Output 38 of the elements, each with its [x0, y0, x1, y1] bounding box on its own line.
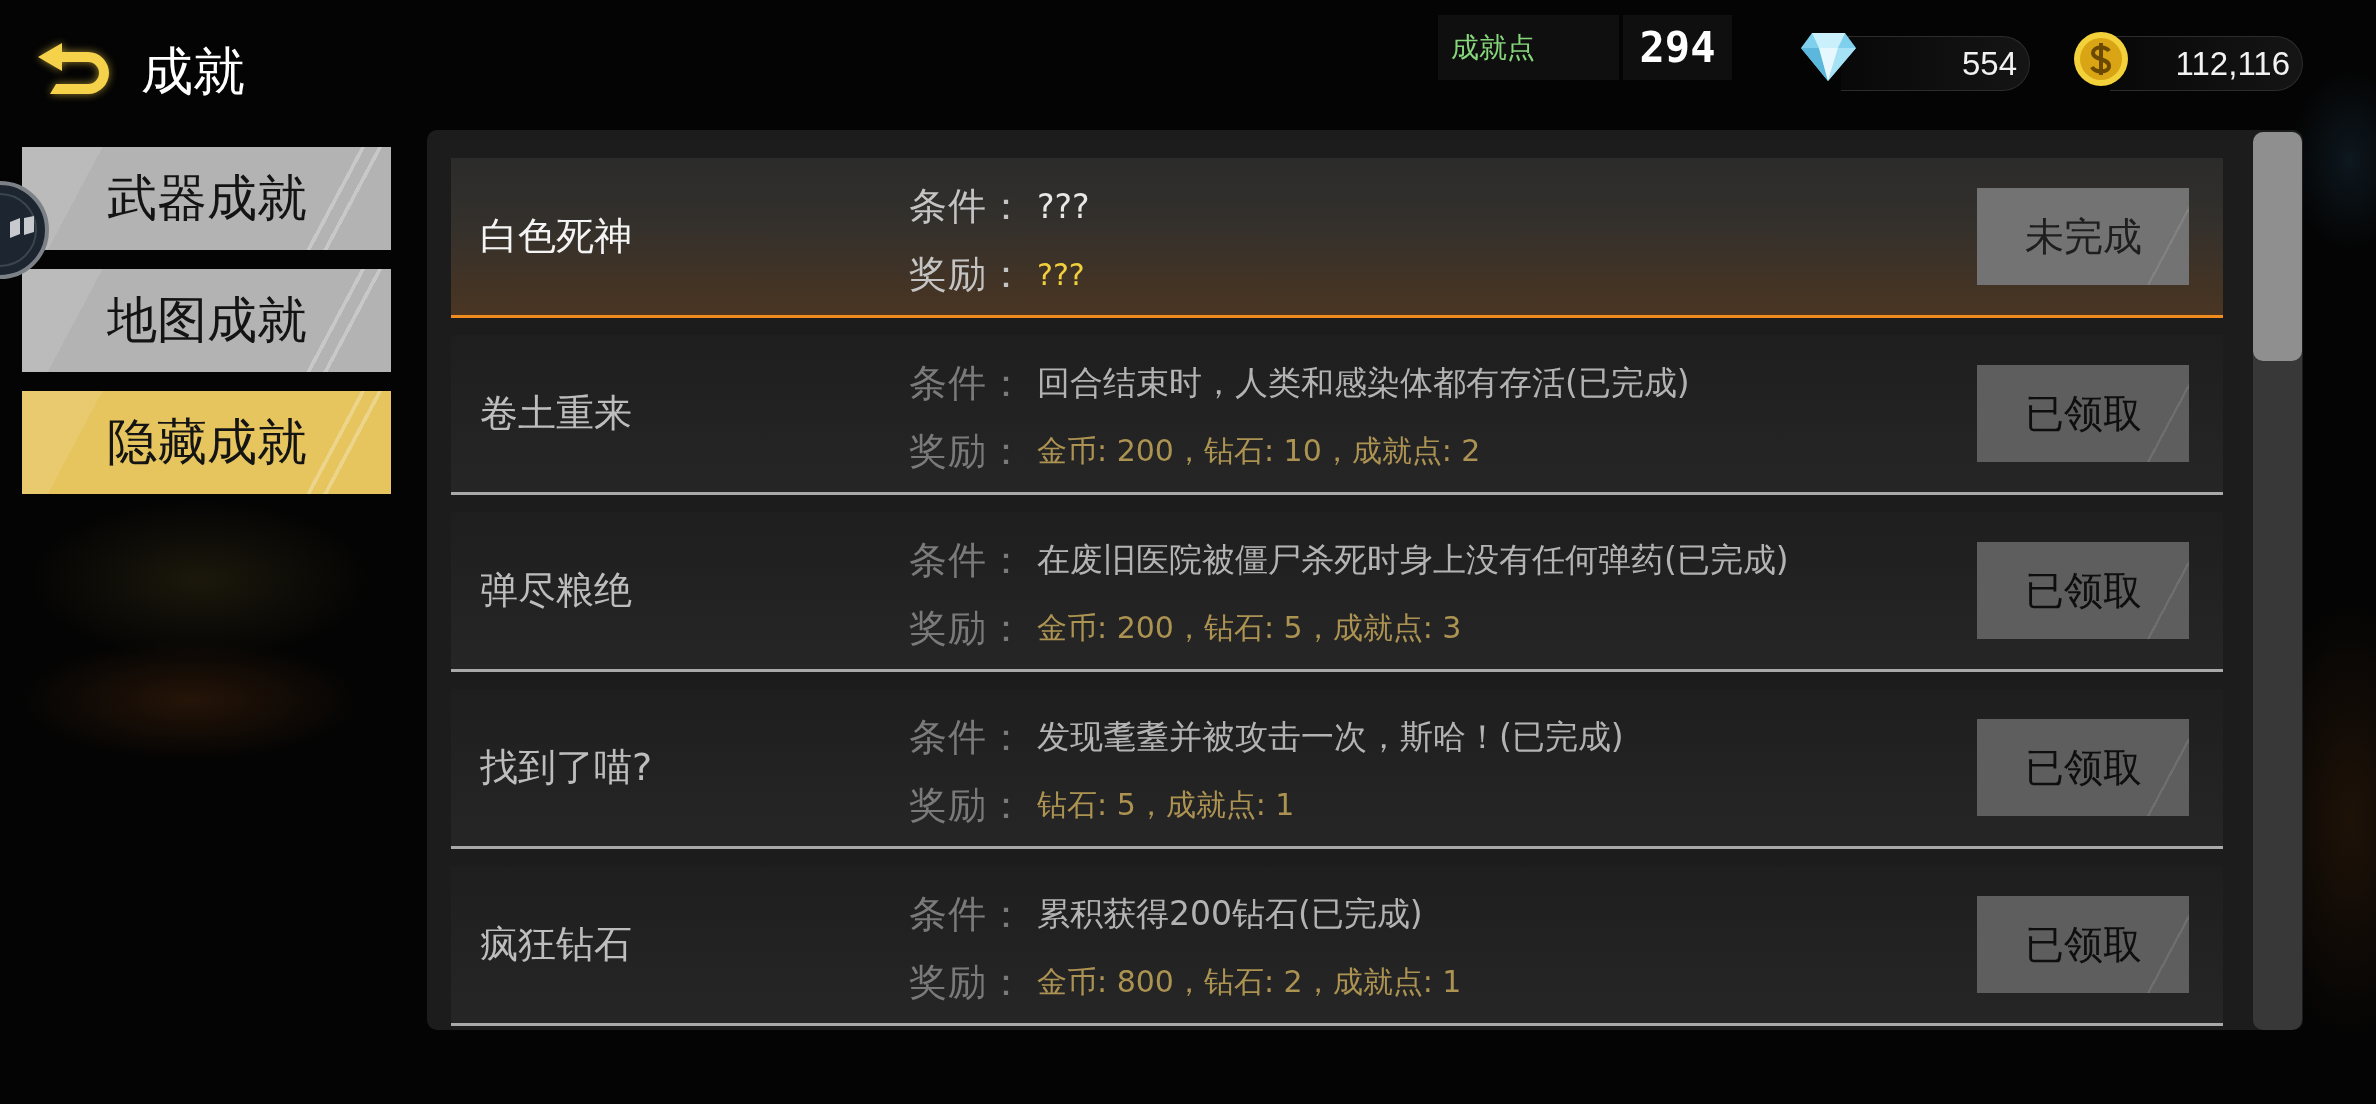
reward-label: 奖励： — [909, 958, 1027, 1006]
condition-label: 条件： — [909, 713, 1027, 761]
reward-text: 金币: 800，钻石: 2，成就点: 1 — [1037, 962, 1462, 1001]
achievement-name: 弹尽粮绝 — [480, 567, 632, 614]
reward-label: 奖励： — [909, 250, 1027, 298]
achievement-name: 白色死神 — [480, 213, 632, 260]
condition-text: 在废旧医院被僵尸杀死时身上没有任何弹药(已完成) — [1037, 538, 1789, 581]
coin-count: 112,116 — [2110, 36, 2303, 91]
dollar-coin-icon — [2073, 30, 2129, 88]
achievement-name: 疯狂钻石 — [480, 921, 632, 968]
condition-label: 条件： — [909, 890, 1027, 938]
category-tab[interactable]: 武器成就 — [22, 147, 391, 250]
reward-text: ??? — [1037, 256, 1085, 292]
condition-label: 条件： — [909, 182, 1027, 230]
condition-text: 累积获得200钻石(已完成) — [1037, 892, 1423, 935]
reward-text: 钻石: 5，成就点: 1 — [1037, 785, 1295, 824]
achievement-name: 找到了喵? — [480, 744, 653, 791]
category-tab[interactable]: 地图成就 — [22, 269, 391, 372]
scrollbar-thumb[interactable] — [2253, 132, 2302, 361]
reward-label: 奖励： — [909, 427, 1027, 475]
scrollbar[interactable] — [2253, 132, 2302, 1030]
achievement-row[interactable]: 白色死神 条件： ??? 奖励： ??? 未完成 — [451, 158, 2223, 318]
condition-text: ??? — [1037, 186, 1090, 226]
condition-label: 条件： — [909, 359, 1027, 407]
achievement-name: 卷土重来 — [480, 390, 632, 437]
reward-label: 奖励： — [909, 604, 1027, 652]
reward-label: 奖励： — [909, 781, 1027, 829]
condition-text: 回合结束时，人类和感染体都有存活(已完成) — [1037, 361, 1690, 404]
page-title: 成就 — [141, 42, 245, 100]
status-button[interactable]: 未完成 — [1977, 188, 2189, 285]
reward-text: 金币: 200，钻石: 10，成就点: 2 — [1037, 431, 1481, 470]
diamond-count: 554 — [1841, 36, 2030, 91]
reward-text: 金币: 200，钻石: 5，成就点: 3 — [1037, 608, 1462, 647]
condition-text: 发现耄耋并被攻击一次，斯哈！(已完成) — [1037, 715, 1624, 758]
achievement-points-label: 成就点 — [1438, 15, 1619, 80]
condition-label: 条件： — [909, 536, 1027, 584]
category-tab[interactable]: 隐藏成就 — [22, 391, 391, 494]
achievement-points-value: 294 — [1623, 15, 1732, 80]
